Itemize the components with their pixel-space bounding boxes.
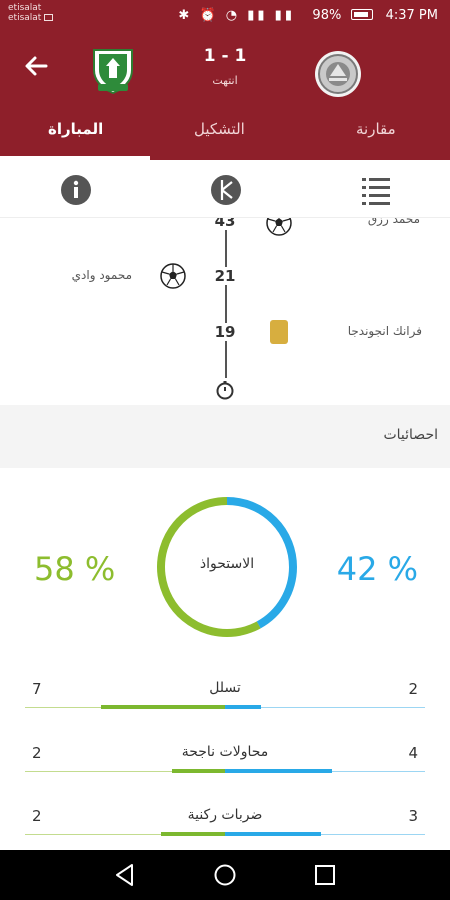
status-right: 98% 4:37 PM: [312, 8, 438, 23]
pitch-icon[interactable]: [210, 174, 242, 206]
back-arrow-icon[interactable]: [22, 52, 50, 80]
away-team-logo[interactable]: [314, 50, 362, 98]
event-player: محمود وادي: [71, 268, 132, 282]
match-score: 1 - 1: [203, 46, 247, 66]
tab-comparison[interactable]: مقارنة: [356, 120, 396, 138]
carrier-info: etisalat etisalat: [8, 3, 54, 23]
event-player: محمد رزق: [367, 218, 420, 226]
stats-header: احصائيات: [0, 405, 450, 468]
info-icon[interactable]: [60, 174, 92, 206]
message-icon: [44, 14, 54, 21]
clock: 4:37 PM: [385, 8, 438, 23]
stat-bar-right: [225, 832, 321, 836]
event-minute: 21: [205, 267, 245, 285]
event-minute: 43: [205, 218, 245, 230]
timeline-line: [225, 218, 227, 378]
home-circle-icon[interactable]: [212, 862, 238, 888]
carrier-line-2: etisalat: [8, 13, 42, 23]
match-status: انتهت: [212, 74, 238, 87]
stat-row: 2 محاولات ناجحة 4: [0, 744, 450, 804]
stat-bar-right: [225, 769, 332, 773]
goal-ball-icon: [266, 218, 292, 236]
stat-bar-right: [225, 705, 261, 709]
stats-title: احصائيات: [383, 427, 438, 443]
yellow-card-icon: [270, 320, 288, 344]
tab-match[interactable]: المباراة: [48, 120, 103, 138]
carrier-line-1: etisalat: [8, 3, 42, 13]
home-team-logo[interactable]: [90, 46, 136, 95]
possession-right-value: 42 %: [336, 550, 418, 588]
status-bar: etisalat etisalat ✱ ⏰ ◔ ▮▮ ▮▮ 98% 4:37 P…: [0, 0, 450, 34]
stat-label: محاولات ناجحة: [181, 744, 269, 760]
stopwatch-icon: [216, 381, 234, 400]
stat-left-value: 7: [32, 680, 42, 698]
stat-bar-left: [171, 769, 225, 773]
stat-row: 7 تسلل 2: [0, 680, 450, 740]
match-header: 1 - 1 انتهت المباراة التشكيل مقارنة: [0, 34, 450, 160]
stat-right-value: 4: [408, 744, 418, 762]
system-nav-bar: [0, 850, 450, 900]
stat-left-value: 2: [32, 807, 42, 825]
stat-left-value: 2: [32, 744, 42, 762]
stat-bar-left: [161, 832, 225, 836]
possession-label: الاستحواذ: [199, 556, 255, 572]
possession-section: 58 % الاستحواذ 42 %: [0, 468, 450, 668]
event-minute: 19: [205, 323, 245, 341]
recents-square-icon[interactable]: [312, 862, 338, 888]
event-player: فرانك انجوندجا: [347, 324, 422, 338]
goal-ball-icon: [160, 263, 186, 289]
stat-right-value: 2: [408, 680, 418, 698]
stat-label: تسلل: [209, 680, 241, 696]
battery-percent: 98%: [312, 8, 342, 23]
back-triangle-icon[interactable]: [112, 862, 138, 888]
stat-bar-left: [100, 705, 225, 709]
events-timeline: 43 محمد رزق 21 محمود وادي 19 فرانك انجون…: [0, 218, 450, 405]
sub-toolbar: [0, 160, 450, 218]
stat-right-value: 3: [408, 807, 418, 825]
status-icons: ✱ ⏰ ◔ ▮▮ ▮▮: [178, 8, 295, 23]
possession-left-value: 58 %: [34, 550, 116, 588]
list-icon[interactable]: [360, 174, 392, 206]
tab-lineup[interactable]: التشكيل: [194, 120, 245, 138]
battery-icon: [351, 9, 374, 20]
stat-label: ضربات ركنية: [187, 807, 263, 823]
